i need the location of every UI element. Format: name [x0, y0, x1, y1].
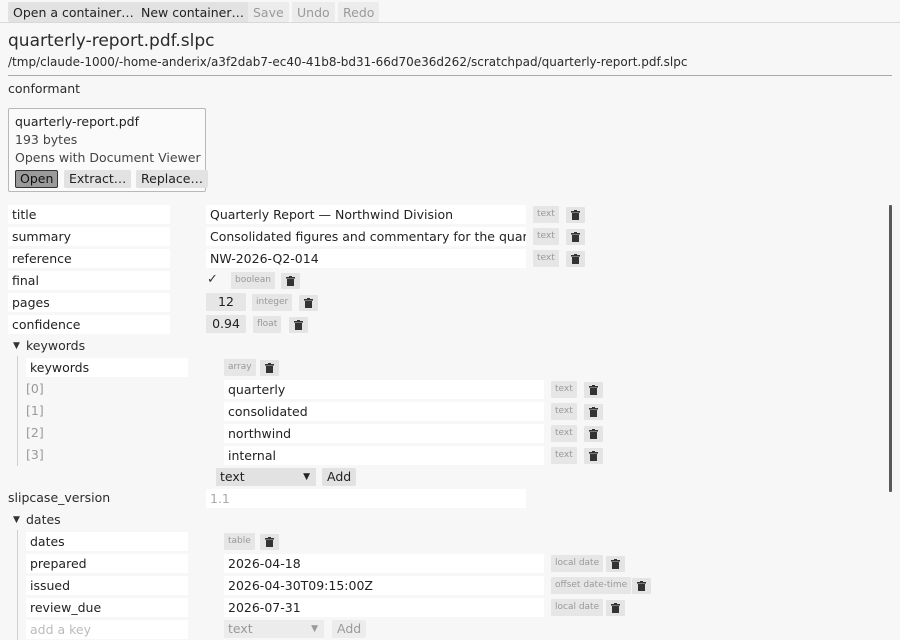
type-badge: text	[551, 381, 577, 398]
type-select[interactable]: text ▼	[224, 620, 324, 638]
array-index: [3]	[26, 447, 44, 462]
type-badge: table	[224, 533, 255, 550]
section-guide-line	[17, 356, 18, 466]
field-value-input[interactable]: NW-2026-Q2-014	[206, 249, 526, 268]
type-badge: text	[533, 228, 559, 245]
field-key[interactable]: final	[8, 271, 170, 290]
delete-button[interactable]	[606, 556, 625, 572]
open-container-button[interactable]: Open a container…	[8, 2, 139, 22]
replace-attachment-button[interactable]: Replace…	[136, 170, 208, 188]
type-badge: text	[551, 403, 577, 420]
array-item-input[interactable]: quarterly	[224, 380, 544, 399]
type-badge: text	[551, 425, 577, 442]
document-title: quarterly-report.pdf.slpc	[8, 31, 215, 51]
type-badge: integer	[252, 294, 293, 311]
array-item-input[interactable]: northwind	[224, 424, 544, 443]
date-key[interactable]: prepared	[26, 554, 188, 573]
attachment-opens-with: Opens with Document Viewer	[15, 150, 201, 165]
integer-input[interactable]: 12	[206, 293, 246, 311]
undo-button[interactable]: Undo	[292, 2, 335, 22]
delete-button[interactable]	[566, 207, 585, 223]
delete-button[interactable]	[584, 382, 603, 398]
float-input[interactable]: 0.94	[206, 315, 246, 333]
chevron-down-icon: ▼	[303, 472, 310, 482]
open-attachment-button[interactable]: Open	[15, 170, 59, 188]
array-index: [1]	[26, 403, 44, 418]
delete-button[interactable]	[281, 273, 300, 289]
chevron-down-icon: ▼	[311, 624, 318, 634]
type-badge: text	[551, 447, 577, 464]
date-value-input[interactable]: 2026-04-30T09:15:00Z	[224, 576, 544, 595]
array-index: [0]	[26, 381, 44, 396]
new-container-button[interactable]: New container…	[136, 2, 249, 22]
type-badge: local date	[551, 599, 604, 616]
delete-button[interactable]	[566, 251, 585, 267]
field-key[interactable]: reference	[8, 249, 170, 268]
type-badge: text	[533, 206, 559, 223]
delete-button[interactable]	[632, 578, 651, 594]
triangle-down-icon[interactable]: ▼	[13, 511, 20, 529]
field-value-input[interactable]: Consolidated figures and commentary for …	[206, 227, 526, 246]
type-badge: offset date-time	[551, 577, 632, 594]
delete-button[interactable]	[584, 448, 603, 464]
type-badge: boolean	[231, 272, 275, 289]
field-value-input[interactable]: Quarterly Report — Northwind Division	[206, 205, 526, 224]
document-path: /tmp/claude-1000/-home-anderix/a3f2dab7-…	[8, 55, 688, 69]
field-key[interactable]: pages	[8, 293, 170, 312]
field-key[interactable]: summary	[8, 227, 170, 246]
array-index: [2]	[26, 425, 44, 440]
slipcase-version-key: slipcase_version	[8, 490, 111, 505]
field-key[interactable]: title	[8, 205, 170, 224]
attachment-size: 193 bytes	[15, 132, 78, 147]
field-key[interactable]: confidence	[8, 315, 170, 334]
date-key[interactable]: issued	[26, 576, 188, 595]
date-key[interactable]: review_due	[26, 598, 188, 617]
delete-button[interactable]	[584, 426, 603, 442]
slipcase-version-value: 1.1	[206, 489, 526, 508]
type-select[interactable]: text ▼	[216, 468, 316, 486]
type-badge: text	[533, 250, 559, 267]
add-key-button[interactable]: Add	[332, 620, 367, 638]
section-heading-dates: dates	[26, 512, 61, 527]
type-select-value: text	[228, 621, 253, 636]
array-item-input[interactable]: internal	[224, 446, 544, 465]
array-key[interactable]: keywords	[26, 358, 188, 377]
type-select-value: text	[220, 469, 245, 484]
delete-button[interactable]	[606, 600, 625, 616]
type-badge: array	[224, 359, 256, 376]
date-value-input[interactable]: 2026-07-31	[224, 598, 544, 617]
header-divider	[8, 75, 892, 76]
type-badge: float	[253, 316, 282, 333]
conformance-status: conformant	[8, 81, 81, 96]
add-key-input[interactable]: add a key	[26, 620, 188, 639]
attachment-card: quarterly-report.pdf 193 bytes Opens wit…	[8, 108, 208, 192]
add-array-item-button[interactable]: Add	[322, 468, 357, 486]
extract-attachment-button[interactable]: Extract…	[64, 170, 132, 188]
type-badge: local date	[551, 555, 604, 572]
toolbar-divider	[0, 22, 900, 23]
section-guide-line	[17, 530, 18, 640]
delete-button[interactable]	[260, 534, 279, 550]
delete-button[interactable]	[584, 404, 603, 420]
attachment-name: quarterly-report.pdf	[15, 114, 139, 129]
final-checkbox[interactable]: ✓	[207, 271, 218, 289]
date-value-input[interactable]: 2026-04-18	[224, 554, 544, 573]
delete-button[interactable]	[299, 295, 318, 311]
delete-button[interactable]	[260, 360, 279, 376]
table-key[interactable]: dates	[26, 532, 188, 551]
save-button[interactable]: Save	[248, 2, 289, 22]
delete-button[interactable]	[566, 229, 585, 245]
scrollbar-thumb[interactable]	[889, 205, 892, 492]
array-item-input[interactable]: consolidated	[224, 402, 544, 421]
redo-button[interactable]: Redo	[338, 2, 380, 22]
triangle-down-icon[interactable]: ▼	[13, 337, 20, 355]
delete-button[interactable]	[289, 317, 308, 333]
section-heading-keywords: keywords	[26, 338, 86, 353]
